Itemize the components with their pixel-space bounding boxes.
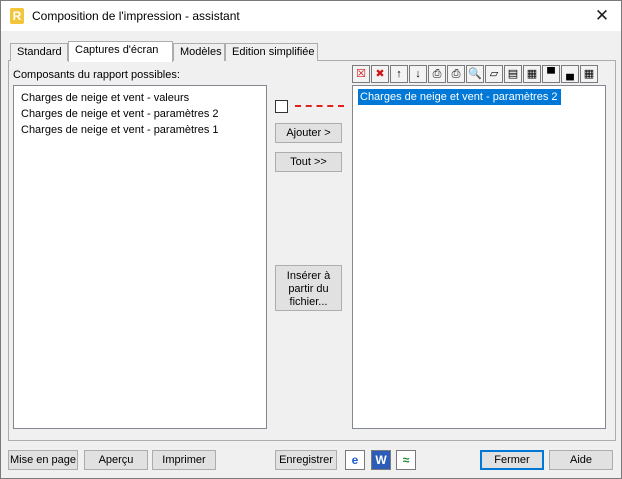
insert-from-file-button[interactable]: Insérer à partir du fichier... xyxy=(275,265,342,311)
app-icon: R xyxy=(10,8,24,24)
separator-checkbox[interactable] xyxy=(275,100,288,113)
page-setup-button[interactable]: Mise en page xyxy=(8,450,78,470)
available-components-list[interactable]: Charges de neige et vent - valeurs Charg… xyxy=(13,85,267,429)
list-item[interactable]: Charges de neige et vent - paramètres 1 xyxy=(14,122,266,138)
word-icon[interactable]: W xyxy=(371,450,391,470)
insert-label-line1: Insérer à xyxy=(286,269,331,282)
print-assistant-window: R Composition de l'impression - assistan… xyxy=(0,0,622,479)
list-item[interactable]: Charges de neige et vent - valeurs xyxy=(14,90,266,106)
open-icon[interactable]: ▱ xyxy=(485,65,503,83)
list-item[interactable]: Charges de neige et vent - paramètres 2 xyxy=(357,88,562,106)
internet-explorer-icon[interactable]: e xyxy=(345,450,365,470)
print-options-icon[interactable]: ⎙ xyxy=(447,65,465,83)
dashed-separator-line xyxy=(295,105,344,107)
page-preview-icon[interactable]: 🔍 xyxy=(466,65,484,83)
close-icon[interactable]: ✕ xyxy=(591,5,613,27)
delete-icon[interactable]: ☒ xyxy=(352,65,370,83)
add-all-button[interactable]: Tout >> xyxy=(275,152,342,172)
report-toolbar: ☒ ✖ ↑ ↓ ⎙ ⎙ 🔍 ▱ ▤ ▦ ▀ ▄ ▦ xyxy=(352,65,598,83)
available-components-label: Composants du rapport possibles: xyxy=(13,69,180,81)
footer-icon[interactable]: ▄ xyxy=(561,65,579,83)
insert-label-line2: partir du xyxy=(288,282,329,295)
properties-icon[interactable]: ▦ xyxy=(523,65,541,83)
move-down-icon[interactable]: ↓ xyxy=(409,65,427,83)
chart-export-icon[interactable]: ≈ xyxy=(396,450,416,470)
move-up-icon[interactable]: ↑ xyxy=(390,65,408,83)
window-title: Composition de l'impression - assistant xyxy=(32,9,240,23)
tab-standard[interactable]: Standard xyxy=(10,43,68,61)
tab-edition-simplifiee[interactable]: Edition simplifiée xyxy=(225,43,318,61)
add-button[interactable]: Ajouter > xyxy=(275,123,342,143)
insert-label-line3: fichier... xyxy=(289,295,328,308)
printer-icon[interactable]: ▤ xyxy=(504,65,522,83)
tab-captures[interactable]: Captures d'écran xyxy=(68,41,173,62)
list-item[interactable]: Charges de neige et vent - paramètres 2 xyxy=(14,106,266,122)
preview-button[interactable]: Aperçu xyxy=(84,450,148,470)
title-bar: R Composition de l'impression - assistan… xyxy=(1,1,621,31)
selected-components-list[interactable]: Charges de neige et vent - paramètres 2 xyxy=(352,85,606,429)
delete-all-icon[interactable]: ✖ xyxy=(371,65,389,83)
tab-modeles[interactable]: Modèles xyxy=(173,43,225,61)
save-button[interactable]: Enregistrer xyxy=(275,450,337,470)
print-selected-icon[interactable]: ⎙ xyxy=(428,65,446,83)
table-icon[interactable]: ▦ xyxy=(580,65,598,83)
close-button[interactable]: Fermer xyxy=(480,450,544,470)
print-button[interactable]: Imprimer xyxy=(152,450,216,470)
header-icon[interactable]: ▀ xyxy=(542,65,560,83)
help-button[interactable]: Aide xyxy=(549,450,613,470)
